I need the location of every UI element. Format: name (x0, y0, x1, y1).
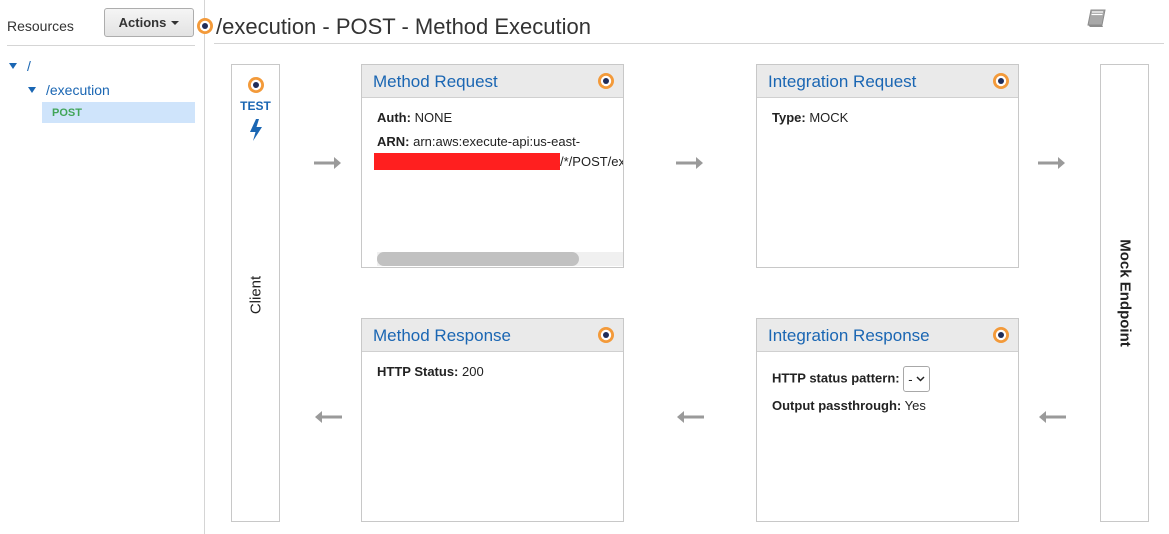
auth-label: Auth: (377, 110, 411, 125)
http-status-value: 200 (462, 364, 484, 379)
arn-row: ARN: arn:aws:execute-api:us-east- (377, 134, 608, 149)
http-status-label: HTTP Status: (377, 364, 459, 379)
resources-title: Resources (7, 18, 74, 34)
actions-label: Actions (118, 15, 167, 30)
info-icon[interactable] (992, 326, 1010, 344)
arn-label: ARN: (377, 134, 410, 149)
info-icon[interactable] (597, 326, 615, 344)
method-response-body: HTTP Status: 200 (362, 352, 623, 389)
actions-dropdown-button[interactable]: Actions (104, 8, 194, 37)
integration-request-card: Integration Request Type: MOCK (756, 64, 1019, 268)
arrow-left-icon (315, 411, 342, 423)
integration-response-header: Integration Response (757, 319, 1018, 352)
tree-item-execution[interactable]: /execution (28, 82, 110, 98)
http-status-row: HTTP Status: 200 (377, 364, 608, 379)
status-pattern-row: HTTP status pattern: - (772, 366, 1003, 392)
status-pattern-select[interactable]: - (903, 366, 930, 392)
integration-response-title[interactable]: Integration Response (768, 326, 930, 346)
test-link[interactable]: TEST (232, 99, 279, 113)
arn-value-line2: /*/POST/ex (374, 153, 624, 170)
expand-arrow-icon[interactable] (28, 87, 36, 93)
arn-value-suffix: /*/POST/ex (560, 154, 624, 169)
arrow-right-icon (676, 157, 703, 169)
type-label: Type: (772, 110, 806, 125)
tree-item-root-label[interactable]: / (27, 58, 31, 74)
lightning-bolt-icon[interactable] (248, 118, 264, 142)
method-request-header: Method Request (362, 65, 623, 98)
method-response-card: Method Response HTTP Status: 200 (361, 318, 624, 522)
type-value: MOCK (809, 110, 849, 125)
info-icon[interactable] (992, 72, 1010, 90)
arrow-right-icon (1038, 157, 1065, 169)
book-icon[interactable] (1086, 8, 1108, 28)
integration-response-card: Integration Response HTTP status pattern… (756, 318, 1019, 522)
status-pattern-value[interactable]: - (908, 372, 912, 387)
method-response-header: Method Response (362, 319, 623, 352)
resources-panel: Resources Actions / /execution POST (0, 0, 205, 534)
output-passthrough-row: Output passthrough: Yes (772, 398, 1003, 413)
scrollbar-thumb[interactable] (377, 252, 579, 266)
auth-value: NONE (414, 110, 453, 125)
caret-down-icon (171, 20, 180, 25)
client-panel: TEST Client (231, 64, 280, 522)
redaction-block (374, 153, 560, 170)
method-request-body: Auth: NONE ARN: arn:aws:execute-api:us-e… (362, 98, 623, 159)
info-icon[interactable] (597, 72, 615, 90)
page-title: /execution - POST - Method Execution (216, 14, 591, 39)
chevron-down-icon[interactable] (916, 376, 925, 382)
mock-endpoint-panel: Mock Endpoint (1100, 64, 1149, 522)
output-passthrough-label: Output passthrough: (772, 398, 902, 413)
status-pattern-label: HTTP status pattern: (772, 370, 900, 386)
tree-item-post-method[interactable]: POST (42, 102, 195, 123)
expand-arrow-icon[interactable] (9, 63, 17, 69)
integration-response-body: HTTP status pattern: - Output passthroug… (757, 352, 1018, 423)
arn-value-line1: arn:aws:execute-api:us-east- (413, 134, 581, 149)
info-icon[interactable] (196, 17, 214, 35)
mock-endpoint-label: Mock Endpoint (1116, 239, 1134, 347)
tree-item-execution-label[interactable]: /execution (46, 82, 110, 98)
method-response-title[interactable]: Method Response (373, 326, 511, 346)
horizontal-scrollbar[interactable] (377, 252, 623, 266)
method-request-title[interactable]: Method Request (373, 72, 498, 92)
method-request-card: Method Request Auth: NONE ARN: arn:aws:e… (361, 64, 624, 268)
divider (7, 45, 195, 46)
type-row: Type: MOCK (772, 110, 1003, 125)
header-divider (214, 43, 1164, 44)
client-label: Client (247, 275, 265, 315)
integration-request-body: Type: MOCK (757, 98, 1018, 135)
auth-row: Auth: NONE (377, 110, 608, 125)
arrow-left-icon (677, 411, 704, 423)
integration-request-title[interactable]: Integration Request (768, 72, 916, 92)
arrow-right-icon (314, 157, 341, 169)
post-method-label[interactable]: POST (52, 107, 82, 119)
integration-request-header: Integration Request (757, 65, 1018, 98)
info-icon[interactable] (247, 76, 265, 94)
arrow-left-icon (1039, 411, 1066, 423)
tree-item-root[interactable]: / (9, 58, 31, 74)
output-passthrough-value: Yes (904, 398, 926, 413)
